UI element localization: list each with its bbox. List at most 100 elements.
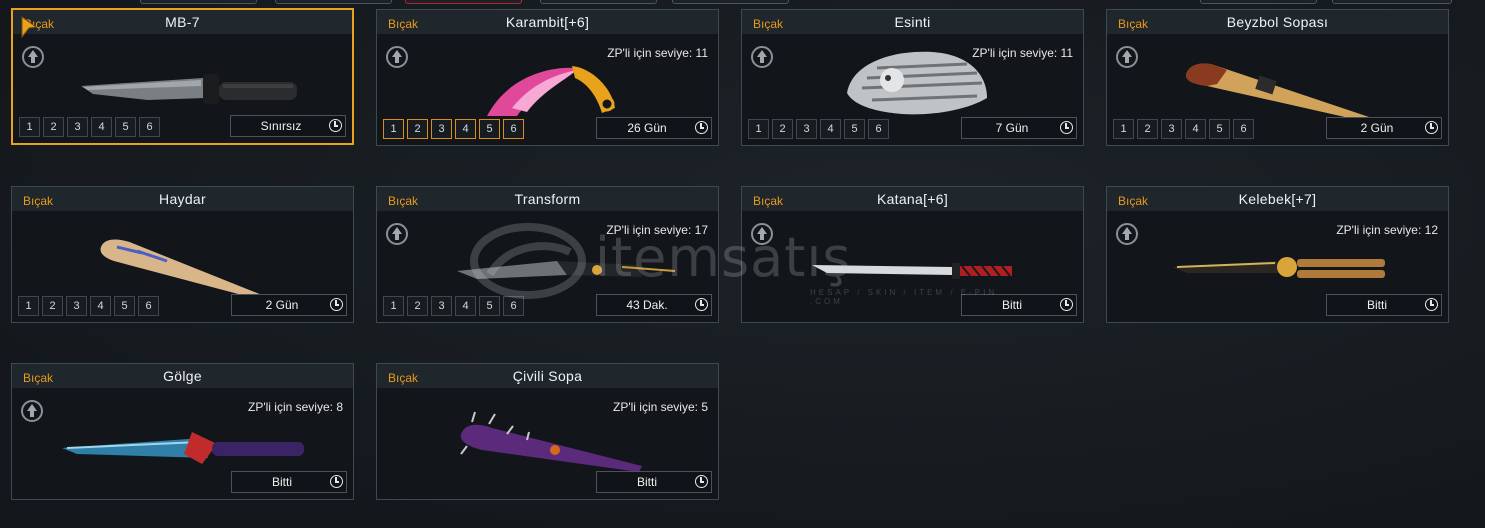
level-button-3[interactable]: 3 [1161, 119, 1182, 139]
haydar-bat-image [100, 239, 267, 297]
upgrade-arrow-icon[interactable] [386, 46, 408, 68]
upgrade-arrow-icon[interactable] [751, 46, 773, 68]
duration-box: Bitti [961, 294, 1077, 316]
clock-icon [695, 298, 708, 311]
weapon-card-haydar[interactable]: Bıçak Haydar 1 2 3 4 5 6 2 Gün [11, 186, 354, 323]
level-button-2[interactable]: 2 [407, 119, 428, 139]
upgrade-arrow-icon[interactable] [1116, 46, 1138, 68]
duration-text: Bitti [636, 475, 657, 489]
level-button-2[interactable]: 2 [1137, 119, 1158, 139]
clock-icon [1425, 298, 1438, 311]
level-button-6[interactable]: 6 [138, 296, 159, 316]
weapon-name: Esinti [894, 14, 931, 30]
level-button-1[interactable]: 1 [19, 117, 40, 137]
weapon-card-beyzbol-sopasi[interactable]: Bıçak Beyzbol Sopası 1 2 3 4 5 6 2 Gün [1106, 9, 1449, 146]
clock-icon [695, 475, 708, 488]
upgrade-arrow-icon[interactable] [1116, 223, 1138, 245]
karambit-knife-image [487, 66, 615, 116]
card-header: Bıçak Transform [377, 187, 718, 211]
toolbar-tab-stub[interactable] [540, 0, 657, 4]
spiked-bat-image [460, 411, 642, 472]
level-button-6[interactable]: 6 [1233, 119, 1254, 139]
level-button-5[interactable]: 5 [115, 117, 136, 137]
weapon-card-kelebek[interactable]: Bıçak Kelebek[+7] ZP'li için seviye: 12 … [1106, 186, 1449, 323]
level-button-1[interactable]: 1 [748, 119, 769, 139]
level-button-1[interactable]: 1 [383, 296, 404, 316]
weapon-card-karambit[interactable]: Bıçak Karambit[+6] ZP'li için seviye: 11… [376, 9, 719, 146]
level-button-3[interactable]: 3 [66, 296, 87, 316]
upgrade-arrow-icon[interactable] [21, 400, 43, 422]
weapon-card-esinti[interactable]: Bıçak Esinti ZP'li için seviye: 11 1 2 3… [741, 9, 1084, 146]
weapon-name: Haydar [159, 191, 206, 207]
duration-text: Sınırsız [260, 119, 302, 133]
card-header: Bıçak Haydar [12, 187, 353, 211]
card-header: Bıçak Karambit[+6] [377, 10, 718, 34]
weapon-card-mb7[interactable]: Bıçak MB-7 1 2 3 4 5 6 Sınırsız [11, 8, 354, 145]
level-button-4[interactable]: 4 [820, 119, 841, 139]
level-button-1[interactable]: 1 [1113, 119, 1134, 139]
toolbar-tab-stub[interactable] [275, 0, 392, 4]
golge-dagger-image [62, 432, 304, 464]
level-button-5[interactable]: 5 [479, 296, 500, 316]
level-button-4[interactable]: 4 [90, 296, 111, 316]
level-button-2[interactable]: 2 [407, 296, 428, 316]
card-header: Bıçak Katana[+6] [742, 187, 1083, 211]
duration-box: 7 Gün [961, 117, 1077, 139]
duration-text: Bitti [1366, 298, 1387, 312]
level-selector: 1 2 3 4 5 6 [383, 296, 524, 316]
duration-text: Bitti [271, 475, 292, 489]
card-header: Bıçak Çivili Sopa [377, 364, 718, 388]
duration-text: Bitti [1001, 298, 1022, 312]
weapon-card-katana[interactable]: Bıçak Katana[+6] Bitti [741, 186, 1084, 323]
level-button-3[interactable]: 3 [796, 119, 817, 139]
toolbar-tab-stub[interactable] [672, 0, 789, 4]
butterfly-knife-image [1172, 257, 1385, 278]
level-button-4[interactable]: 4 [91, 117, 112, 137]
upgrade-arrow-icon[interactable] [22, 46, 44, 68]
level-button-1[interactable]: 1 [18, 296, 39, 316]
katana-sword-image [812, 263, 1012, 279]
upgrade-arrow-icon[interactable] [386, 223, 408, 245]
level-button-4[interactable]: 4 [455, 119, 476, 139]
toolbar-tab-stub-active[interactable] [405, 0, 522, 4]
level-selector: 1 2 3 4 5 6 [1113, 119, 1254, 139]
level-button-6[interactable]: 6 [503, 119, 524, 139]
weapon-name: Gölge [163, 368, 202, 384]
level-button-2[interactable]: 2 [772, 119, 793, 139]
esinti-fan-image [847, 51, 987, 115]
level-button-6[interactable]: 6 [503, 296, 524, 316]
level-button-1[interactable]: 1 [383, 119, 404, 139]
level-button-6[interactable]: 6 [139, 117, 160, 137]
level-button-2[interactable]: 2 [42, 296, 63, 316]
card-header: Bıçak Gölge [12, 364, 353, 388]
toolbar-tab-stub[interactable] [1332, 0, 1452, 4]
weapon-card-transform[interactable]: Bıçak Transform ZP'li için seviye: 17 1 … [376, 186, 719, 323]
mb7-knife-image [81, 74, 297, 104]
level-button-5[interactable]: 5 [844, 119, 865, 139]
duration-box: 43 Dak. [596, 294, 712, 316]
weapon-card-golge[interactable]: Bıçak Gölge ZP'li için seviye: 8 Bitti [11, 363, 354, 500]
level-button-5[interactable]: 5 [479, 119, 500, 139]
level-selector: 1 2 3 4 5 6 [383, 119, 524, 139]
toolbar-tab-stub[interactable] [1200, 0, 1317, 4]
level-button-3[interactable]: 3 [431, 296, 452, 316]
weapon-name: Transform [514, 191, 581, 207]
weapon-card-civili-sopa[interactable]: Bıçak Çivili Sopa ZP'li için seviye: 5 B… [376, 363, 719, 500]
level-button-3[interactable]: 3 [67, 117, 88, 137]
level-selector: 1 2 3 4 5 6 [19, 117, 160, 137]
level-button-4[interactable]: 4 [1185, 119, 1206, 139]
card-header: Bıçak Beyzbol Sopası [1107, 10, 1448, 34]
level-button-2[interactable]: 2 [43, 117, 64, 137]
level-button-5[interactable]: 5 [1209, 119, 1230, 139]
toolbar-tab-stub[interactable] [140, 0, 257, 4]
upgrade-arrow-icon[interactable] [751, 223, 773, 245]
level-button-6[interactable]: 6 [868, 119, 889, 139]
level-button-3[interactable]: 3 [431, 119, 452, 139]
weapon-name: MB-7 [165, 14, 200, 30]
transform-knife-image [457, 261, 676, 279]
level-button-5[interactable]: 5 [114, 296, 135, 316]
duration-box: Bitti [596, 471, 712, 493]
level-selector: 1 2 3 4 5 6 [748, 119, 889, 139]
level-button-4[interactable]: 4 [455, 296, 476, 316]
card-header: Bıçak Esinti [742, 10, 1083, 34]
